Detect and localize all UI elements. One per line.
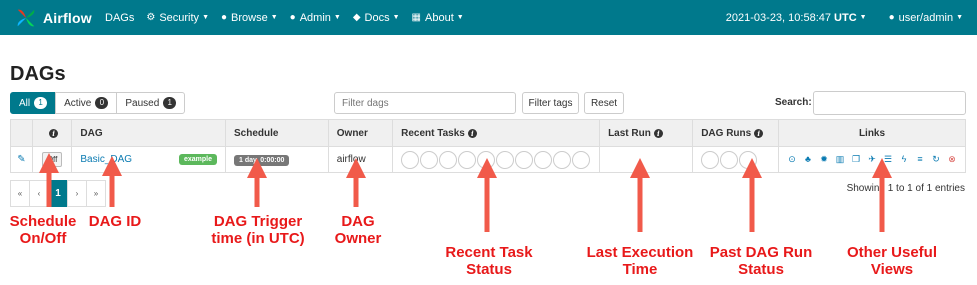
annotation-links: Other Useful Views <box>842 244 942 278</box>
annotation-recent-tasks: Recent Task Status <box>436 244 542 278</box>
annotation-line: Recent Task <box>445 244 533 261</box>
annotation-line: Views <box>870 261 914 278</box>
annotation-line: DAG Owner <box>334 213 382 247</box>
annotation-line: Other Useful <box>846 244 937 261</box>
annotation-line: On/Off <box>19 230 67 247</box>
annotation-line: Past DAG Run <box>709 244 813 261</box>
annotation-arrows <box>39 153 892 232</box>
annotation-schedule: Schedule On/Off <box>2 213 84 247</box>
annotation-line: Status <box>466 261 512 278</box>
annotation-last-run: Last Execution Time <box>576 244 704 278</box>
annotation-line: DAG ID <box>88 213 142 230</box>
annotation-line: Time <box>622 261 658 278</box>
annotation-dag-runs: Past DAG Run Status <box>704 244 818 278</box>
annotation-line: Schedule <box>9 213 77 230</box>
annotation-dag-id: DAG ID <box>84 213 146 230</box>
annotation-line: Status <box>738 261 784 278</box>
annotation-line: Last Execution <box>586 244 694 261</box>
annotation-line: DAG Trigger <box>213 213 303 230</box>
annotation-owner: DAG Owner <box>318 213 398 247</box>
annotation-line: time (in UTC) <box>211 230 305 247</box>
annotation-trigger-time: DAG Trigger time (in UTC) <box>196 213 320 247</box>
